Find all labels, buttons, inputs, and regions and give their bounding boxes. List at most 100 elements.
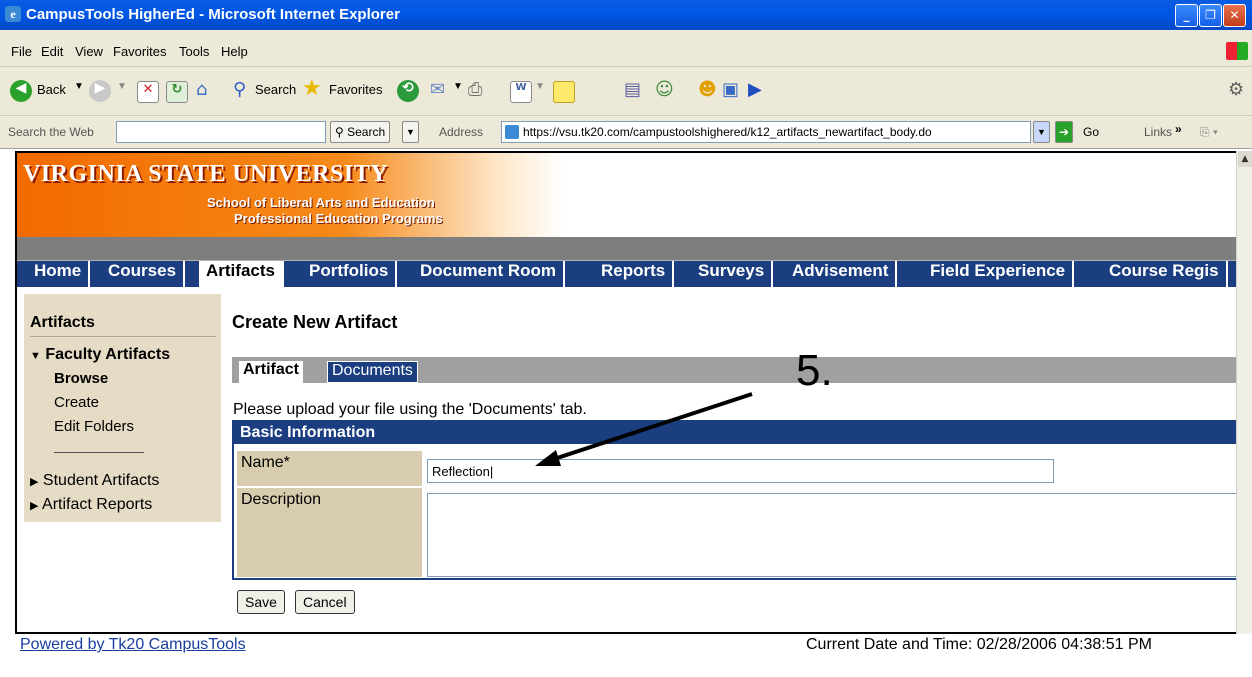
menu-favorites[interactable]: Favorites <box>113 44 166 59</box>
name-input[interactable]: Reflection| <box>427 459 1054 483</box>
search-web-input[interactable] <box>116 121 326 143</box>
menu-file[interactable]: File <box>11 44 32 59</box>
play-icon[interactable]: ▶ <box>748 79 762 100</box>
vertical-scrollbar[interactable]: ▲ <box>1236 151 1252 634</box>
smiley-icon[interactable]: ☻ <box>698 79 717 100</box>
sidebar-separator <box>54 452 144 453</box>
name-input-value: Reflection <box>432 464 490 479</box>
banner-divider <box>17 237 1237 261</box>
main-nav: Home Courses Artifacts Portfolios Docume… <box>17 260 1237 287</box>
save-button[interactable]: Save <box>237 590 285 614</box>
powered-by-link[interactable]: Powered by Tk20 CampusTools <box>20 636 246 654</box>
refresh-icon[interactable]: ↻ <box>166 81 188 103</box>
edit-dropdown-icon[interactable]: ▼ <box>535 81 545 92</box>
annotation-step-number: 5. <box>796 346 833 395</box>
go-arrow-icon[interactable]: ➔ <box>1055 121 1074 143</box>
favorites-button-label[interactable]: Favorites <box>329 82 382 97</box>
history-icon[interactable]: ⟲ <box>397 80 419 102</box>
url-dropdown[interactable]: ▼ <box>1033 121 1050 143</box>
sidebar-item-student-artifacts[interactable]: ▶ Student Artifacts <box>30 472 159 490</box>
text-cursor: | <box>489 464 494 479</box>
mail-icon[interactable]: ✉ <box>430 79 445 100</box>
nav-tab-reports[interactable]: Reports <box>594 261 675 287</box>
scroll-up-icon[interactable]: ▲ <box>1238 151 1252 167</box>
sidebar-item-edit-folders[interactable]: Edit Folders <box>54 418 134 435</box>
menu-view[interactable]: View <box>75 44 103 59</box>
back-button-label[interactable]: Back <box>37 82 66 97</box>
page-content: VIRGINIA STATE UNIVERSITY School of Libe… <box>15 151 1237 634</box>
menu-help[interactable]: Help <box>221 44 248 59</box>
nav-tab-course-registration[interactable]: Course Regis <box>1102 261 1228 287</box>
sidebar-item-create[interactable]: Create <box>54 394 99 411</box>
links-extra-icon[interactable]: ⎘ ▾ <box>1200 125 1218 140</box>
links-label[interactable]: Links <box>1144 125 1172 139</box>
maximize-button[interactable]: ❐ <box>1199 4 1222 27</box>
toolbar-extra-icon[interactable]: ⚙ <box>1228 79 1244 100</box>
tab-artifact[interactable]: Artifact <box>239 361 304 383</box>
search-button-label[interactable]: Search <box>255 82 296 97</box>
close-button[interactable]: ✕ <box>1223 4 1246 27</box>
sidebar-divider <box>30 336 216 337</box>
tab-documents[interactable]: Documents <box>327 361 418 383</box>
messenger-icon[interactable]: ☺ <box>655 79 674 100</box>
sidebar-group-faculty-artifacts[interactable]: ▼ Faculty Artifacts <box>30 346 170 364</box>
form-tabstrip: Artifact Documents <box>232 357 1237 383</box>
basic-information-form: Basic Information Name* Reflection| Desc… <box>232 420 1237 580</box>
url-text: https://vsu.tk20.com/campustoolshighered… <box>523 125 932 139</box>
menu-tools[interactable]: Tools <box>179 44 209 59</box>
nav-tab-artifacts[interactable]: Artifacts <box>199 261 284 287</box>
sidebar-group-faculty-label: Faculty Artifacts <box>45 346 171 363</box>
university-banner: VIRGINIA STATE UNIVERSITY School of Libe… <box>17 153 563 237</box>
window-title: CampusTools HigherEd - Microsoft Interne… <box>26 6 400 23</box>
go-label[interactable]: Go <box>1083 125 1099 139</box>
collapsed-triangle-icon: ▶ <box>30 500 39 512</box>
stop-icon[interactable]: ✕ <box>137 81 159 103</box>
school-name: School of Liberal Arts and Education <box>207 195 435 210</box>
expanded-triangle-icon: ▼ <box>30 350 41 362</box>
back-arrow-icon[interactable]: ◀ <box>10 80 32 102</box>
search-icon[interactable]: ⚲ <box>233 79 246 100</box>
nav-tab-surveys[interactable]: Surveys <box>691 261 774 287</box>
monitor-icon[interactable]: ▣ <box>722 79 739 100</box>
edit-word-icon[interactable]: W <box>510 81 532 103</box>
minimize-button[interactable]: _ <box>1175 4 1198 27</box>
forward-dropdown-icon[interactable]: ▼ <box>117 81 127 92</box>
home-icon[interactable]: ⌂ <box>196 79 207 100</box>
search-web-button[interactable]: ⚲ Search <box>330 121 391 143</box>
mail-dropdown-icon[interactable]: ▼ <box>453 81 463 92</box>
sidebar-item-artifact-reports-label: Artifact Reports <box>42 496 153 513</box>
window-titlebar: e CampusTools HigherEd - Microsoft Inter… <box>0 0 1252 30</box>
nav-tab-home[interactable]: Home <box>27 261 91 287</box>
description-label: Description <box>237 488 422 577</box>
favorites-star-icon[interactable]: ★ <box>302 76 322 101</box>
research-icon[interactable]: ▤ <box>624 79 641 100</box>
nav-tab-portfolios[interactable]: Portfolios <box>302 261 398 287</box>
menu-edit[interactable]: Edit <box>41 44 63 59</box>
search-web-dropdown[interactable]: ▼ <box>402 121 419 143</box>
description-textarea[interactable] <box>427 493 1237 577</box>
address-bar: Search the Web ⚲ Search ▼ Address https:… <box>0 116 1252 149</box>
sidebar-item-browse[interactable]: Browse <box>54 370 108 387</box>
sidebar-item-artifact-reports[interactable]: ▶ Artifact Reports <box>30 496 152 514</box>
nav-tab-courses[interactable]: Courses <box>101 261 186 287</box>
print-icon[interactable]: ⎙ <box>468 79 482 100</box>
section-header: Basic Information <box>234 422 1237 444</box>
nav-tab-field-experience[interactable]: Field Experience <box>923 261 1075 287</box>
university-name: VIRGINIA STATE UNIVERSITY <box>23 161 389 187</box>
menu-bar: File Edit View Favorites Tools Help <box>0 30 1252 67</box>
back-dropdown-icon[interactable]: ▼ <box>74 81 84 92</box>
name-label: Name* <box>237 451 422 486</box>
links-chevron-icon[interactable]: » <box>1175 122 1182 136</box>
url-input[interactable]: https://vsu.tk20.com/campustoolshighered… <box>501 121 1031 143</box>
search-web-label: Search the Web <box>8 125 94 139</box>
note-icon[interactable] <box>553 81 575 103</box>
page-title: Create New Artifact <box>232 312 398 332</box>
nav-tab-document-room[interactable]: Document Room <box>413 261 565 287</box>
current-datetime: Current Date and Time: 02/28/2006 04:38:… <box>806 636 1152 653</box>
cancel-button[interactable]: Cancel <box>295 590 355 614</box>
nav-tab-advisement[interactable]: Advisement <box>785 261 898 287</box>
search-web-button-label: Search <box>347 125 386 139</box>
forward-arrow-icon[interactable]: ▶ <box>89 80 111 102</box>
windows-logo-icon <box>1226 42 1248 60</box>
program-name: Professional Education Programs <box>234 211 443 226</box>
